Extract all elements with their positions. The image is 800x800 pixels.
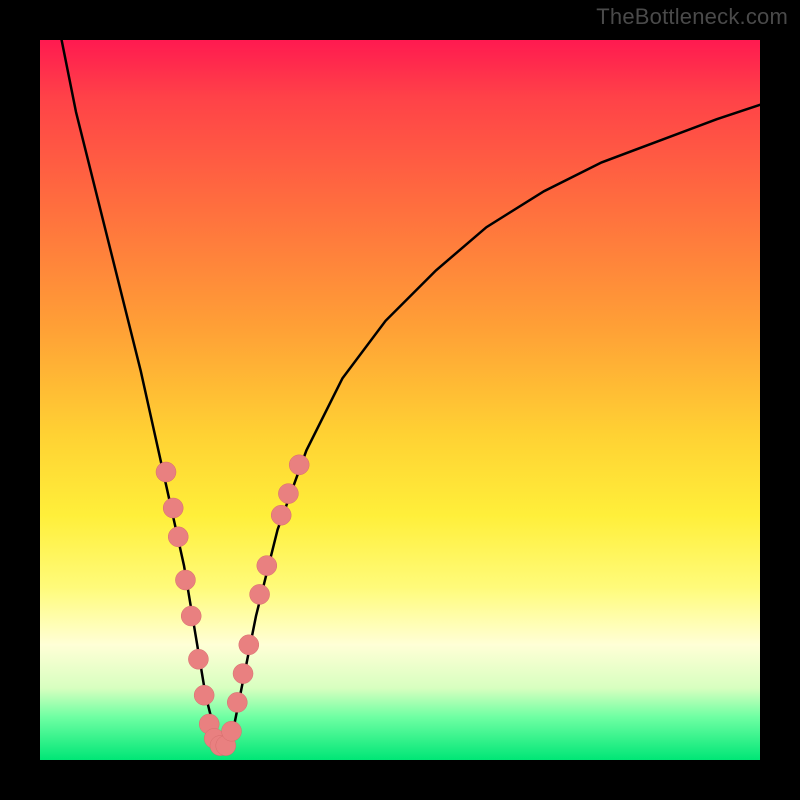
- marker-group: [156, 455, 309, 756]
- chart-frame: TheBottleneck.com: [0, 0, 800, 800]
- data-point: [175, 570, 195, 590]
- data-point: [163, 498, 183, 518]
- data-point: [227, 692, 247, 712]
- data-point: [181, 606, 201, 626]
- data-point: [289, 455, 309, 475]
- plot-area: [40, 40, 760, 760]
- data-point: [194, 685, 214, 705]
- data-point: [278, 484, 298, 504]
- data-point: [250, 584, 270, 604]
- data-point: [188, 649, 208, 669]
- data-point: [271, 505, 291, 525]
- data-point: [239, 635, 259, 655]
- data-point: [168, 527, 188, 547]
- chart-svg: [40, 40, 760, 760]
- data-point: [222, 721, 242, 741]
- data-point: [257, 556, 277, 576]
- data-point: [233, 664, 253, 684]
- data-point: [156, 462, 176, 482]
- watermark-text: TheBottleneck.com: [596, 4, 788, 30]
- bottleneck-curve: [62, 40, 760, 746]
